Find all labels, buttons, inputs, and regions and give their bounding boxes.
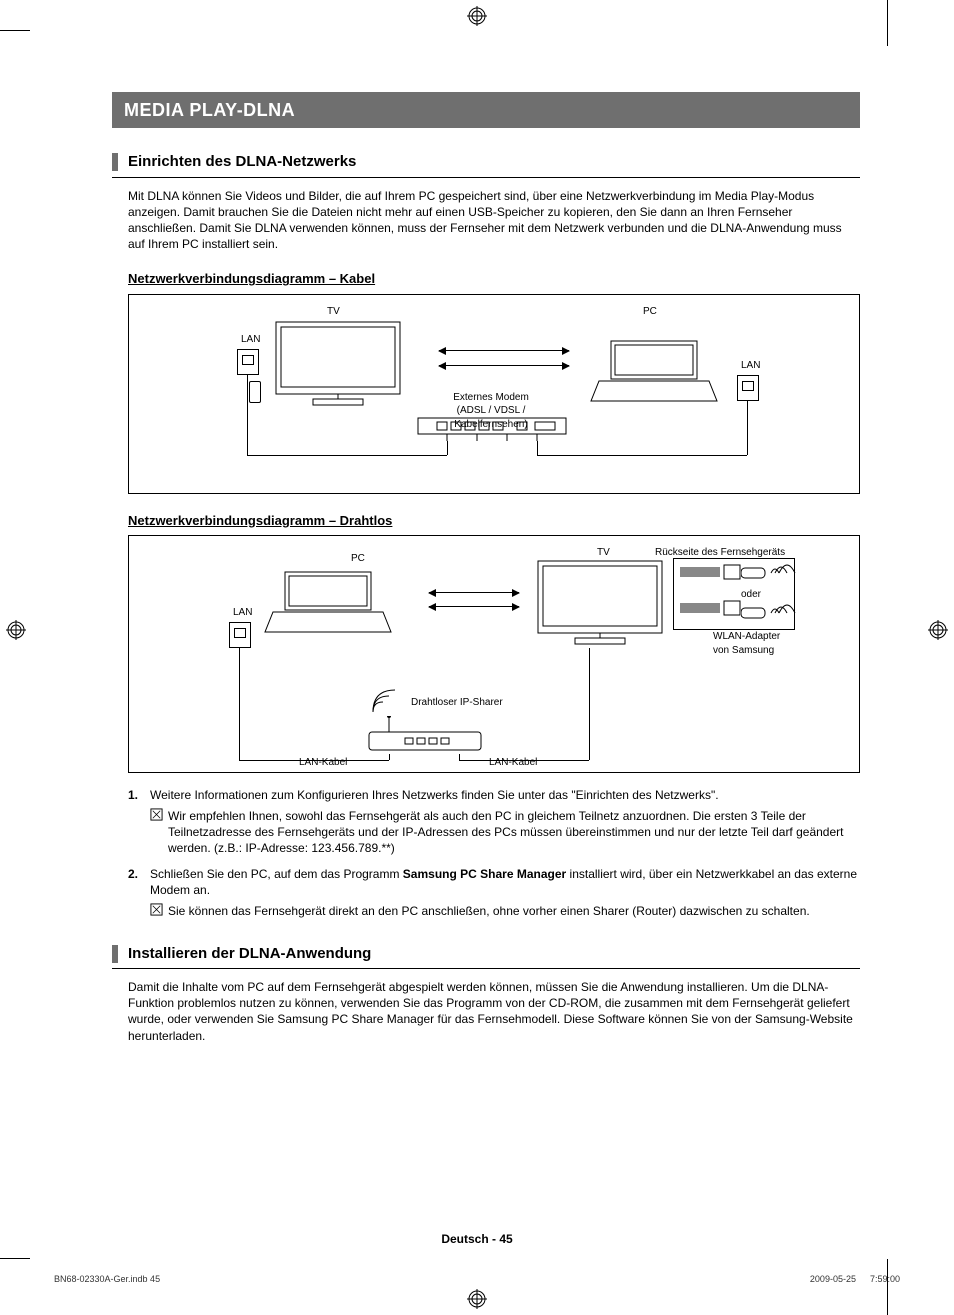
- connector-line: [459, 760, 589, 761]
- label-lan: LAN: [741, 359, 760, 373]
- connector-line: [447, 441, 448, 455]
- diagram-wireless: PC TV LAN Rückseite des Fernsehgeräts od…: [128, 535, 860, 773]
- double-arrow-icon: [439, 365, 569, 366]
- heading-text: Installieren der DLNA-Anwendung: [128, 944, 371, 964]
- label-pc: PC: [351, 552, 365, 566]
- double-arrow-icon: [429, 592, 519, 593]
- tv-icon: [273, 319, 403, 409]
- connector-line: [247, 375, 248, 455]
- print-footer-right: 2009-05-25 7:59:00: [810, 1273, 900, 1285]
- label-lan-cable: LAN-Kabel: [299, 756, 347, 770]
- registration-mark-icon: [6, 620, 26, 640]
- crop-mark: [887, 1259, 888, 1315]
- crop-mark: [0, 1258, 30, 1259]
- label-modem-line1: Externes Modem: [421, 391, 561, 405]
- connector-line: [389, 754, 390, 760]
- list-text: Weitere Informationen zum Konfigurieren …: [150, 787, 860, 803]
- list-text: Schließen Sie den PC, auf dem das Progra…: [150, 866, 860, 898]
- print-footer-left: BN68-02330A-Ger.indb 45: [54, 1273, 160, 1285]
- page-footer: Deutsch - 45: [0, 1231, 954, 1247]
- lan-port-icon: [737, 375, 759, 401]
- label-router: Drahtloser IP-Sharer: [411, 696, 503, 710]
- list-number: 2.: [128, 866, 150, 920]
- list-item: 1. Weitere Informationen zum Konfigurier…: [128, 787, 860, 856]
- tv-icon: [535, 558, 665, 648]
- connector-line: [537, 455, 747, 456]
- connector-line: [239, 648, 240, 760]
- modem-icon: [417, 417, 567, 441]
- label-wlan-line2: von Samsung: [713, 644, 803, 658]
- list-item: 2. Schließen Sie den PC, auf dem das Pro…: [128, 866, 860, 920]
- instruction-list: 1. Weitere Informationen zum Konfigurier…: [128, 787, 860, 919]
- connector-line: [537, 441, 538, 455]
- connector-line: [589, 648, 590, 760]
- lan-port-icon: [237, 349, 259, 375]
- connector-line: [747, 401, 748, 455]
- double-arrow-icon: [429, 606, 519, 607]
- section2-paragraph: Damit die Inhalte vom PC auf dem Fernseh…: [128, 979, 856, 1044]
- crop-mark: [887, 0, 888, 46]
- note-text: Wir empfehlen Ihnen, sowohl das Fernsehg…: [168, 808, 860, 857]
- connector-line: [247, 455, 447, 456]
- double-arrow-icon: [439, 350, 569, 351]
- connector-line: [239, 760, 389, 761]
- label-lan: LAN: [241, 333, 260, 347]
- heading-text: Einrichten des DLNA-Netzwerks: [128, 152, 356, 172]
- heading-bar-icon: [112, 153, 118, 171]
- laptop-icon: [589, 339, 719, 405]
- laptop-icon: [263, 570, 393, 636]
- note-icon: [150, 808, 168, 857]
- label-tv: TV: [327, 305, 340, 319]
- usb-wlan-adapter-icon: [741, 562, 797, 589]
- usb-wlan-adapter-icon: [741, 602, 797, 629]
- heading-bar-icon: [112, 945, 118, 963]
- list-content: Schließen Sie den PC, auf dem das Progra…: [150, 866, 860, 920]
- wifi-waves-icon: [369, 688, 397, 721]
- label-lan-cable: LAN-Kabel: [489, 756, 537, 770]
- registration-mark-icon: [928, 620, 948, 640]
- lan-port-icon: [229, 622, 251, 648]
- label-pc: PC: [643, 305, 657, 319]
- registration-mark-icon: [467, 6, 487, 26]
- intro-paragraph: Mit DLNA können Sie Videos und Bilder, d…: [128, 188, 856, 253]
- note-text: Sie können das Fernsehgerät direkt an de…: [168, 903, 860, 920]
- list-text-part: Schließen Sie den PC, auf dem das Progra…: [150, 867, 403, 881]
- remote-icon: [249, 381, 261, 403]
- label-wlan-line1: WLAN-Adapter: [713, 630, 803, 644]
- section-heading: Installieren der DLNA-Anwendung: [112, 944, 860, 969]
- diagram2-title: Netzwerkverbindungsdiagramm – Drahtlos: [128, 512, 860, 530]
- page-content: MEDIA PLAY-DLNA Einrichten des DLNA-Netz…: [112, 92, 860, 1044]
- section-heading: Einrichten des DLNA-Netzwerks: [112, 152, 860, 177]
- list-number: 1.: [128, 787, 150, 856]
- print-sheet: MEDIA PLAY-DLNA Einrichten des DLNA-Netz…: [0, 0, 954, 1315]
- wireless-router-icon: [365, 716, 485, 756]
- note-row: Sie können das Fernsehgerät direkt an de…: [150, 903, 860, 920]
- registration-mark-icon: [467, 1289, 487, 1309]
- note-row: Wir empfehlen Ihnen, sowohl das Fernsehg…: [150, 808, 860, 857]
- label-wlan: WLAN-Adapter von Samsung: [713, 630, 803, 657]
- note-icon: [150, 903, 168, 920]
- list-content: Weitere Informationen zum Konfigurieren …: [150, 787, 860, 856]
- page-banner: MEDIA PLAY-DLNA: [112, 92, 860, 128]
- diagram-cable: TV PC LAN LAN Externes Modem (ADSL / VDS…: [128, 294, 860, 494]
- list-text-strong: Samsung PC Share Manager: [403, 867, 566, 881]
- crop-mark: [0, 30, 30, 31]
- diagram1-title: Netzwerkverbindungsdiagramm – Kabel: [128, 270, 860, 288]
- label-lan: LAN: [233, 606, 252, 620]
